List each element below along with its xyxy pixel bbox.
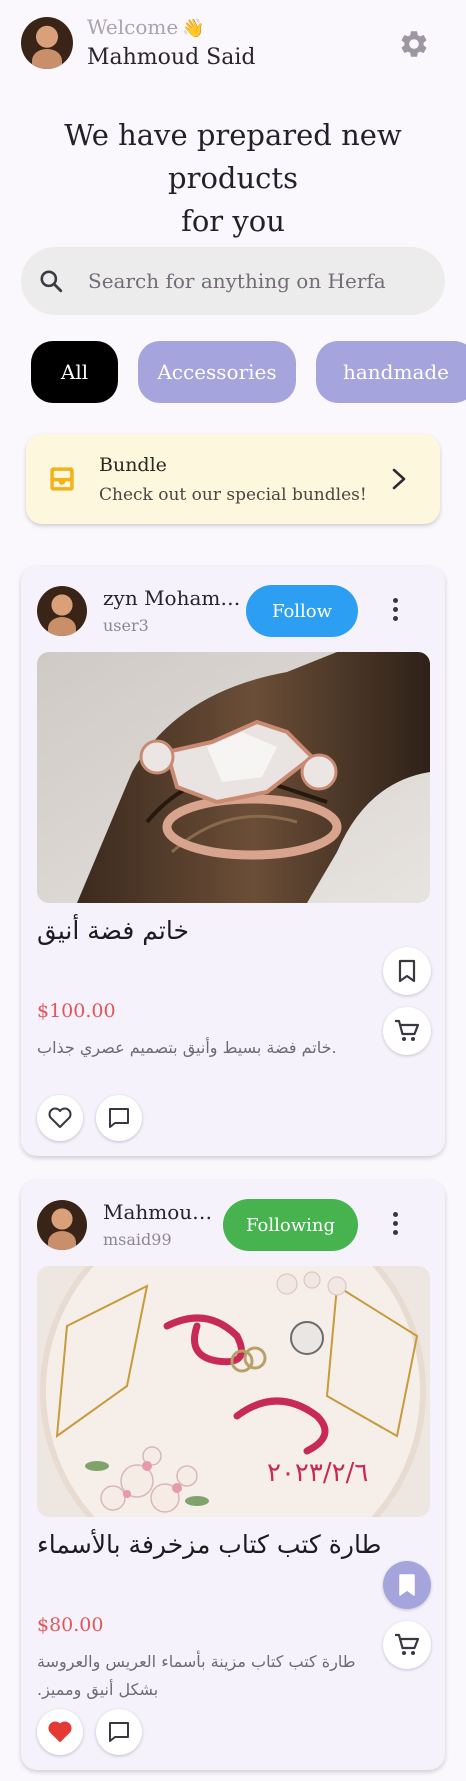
author-handle: user3 — [103, 616, 149, 635]
product-description: طارة كتب كتاب مزينة بأسماء العريس والعرو… — [37, 1652, 356, 1699]
author-avatar[interactable] — [37, 1200, 87, 1250]
heart-filled-icon — [48, 1721, 72, 1742]
user-name: Mahmoud Said — [87, 45, 256, 70]
cart-icon — [395, 1019, 420, 1041]
like-button[interactable] — [37, 1709, 83, 1755]
bookmark-button[interactable] — [383, 1561, 431, 1609]
like-button[interactable] — [37, 1095, 83, 1141]
welcome-text: Welcome 👋 — [87, 15, 205, 39]
category-chip-accessories[interactable]: Accessories — [138, 341, 296, 403]
svg-text:٢٠٢٣/٢/٦: ٢٠٢٣/٢/٦ — [267, 1458, 368, 1488]
header: Welcome 👋 Mahmoud Said — [0, 0, 466, 92]
search-input[interactable] — [88, 262, 428, 300]
product-price: $80.00 — [37, 1614, 104, 1636]
product-image[interactable]: ٢٠٢٣/٢/٦ — [37, 1266, 430, 1517]
category-chip-all[interactable]: All — [31, 341, 118, 403]
more-vert-icon[interactable] — [391, 1212, 399, 1238]
following-button[interactable]: Following — [223, 1199, 358, 1251]
product-image[interactable] — [37, 652, 430, 903]
product-card: Mahmoud ... msaid99 Following ٢٠٢٣/٢/٦ ط… — [21, 1180, 445, 1770]
welcome-label: Welcome — [87, 15, 179, 39]
headline-line-2: for you — [181, 204, 285, 238]
gear-icon[interactable] — [398, 28, 430, 60]
comment-icon — [109, 1722, 129, 1742]
bookmark-button[interactable] — [383, 947, 431, 995]
author-handle: msaid99 — [103, 1230, 172, 1249]
product-description: خاتم فضة بسيط وأنيق بتصميم عصري جذاب. — [37, 1038, 337, 1057]
comment-icon — [109, 1108, 129, 1128]
product-card: zyn Mohamed user3 Follow خاتم فضة أنيق $… — [21, 566, 445, 1156]
add-to-cart-button[interactable] — [383, 1621, 431, 1669]
heart-outline-icon — [48, 1107, 72, 1128]
avatar[interactable] — [21, 17, 73, 69]
author-avatar[interactable] — [37, 586, 87, 636]
product-title: طارة كتب كتاب مزخرفة بالأسماء — [37, 1530, 382, 1559]
bookmark-filled-icon — [399, 1574, 415, 1596]
product-title: خاتم فضة أنيق — [37, 916, 189, 945]
product-price: $100.00 — [37, 1000, 116, 1022]
author-name[interactable]: Mahmoud ... — [103, 1200, 219, 1224]
bookmark-icon — [398, 959, 416, 983]
home-screen: Welcome 👋 Mahmoud Said We have prepared n… — [0, 0, 466, 1781]
bundle-title: Bundle — [99, 454, 167, 476]
comment-button[interactable] — [96, 1709, 142, 1755]
chevron-right-icon[interactable] — [388, 466, 410, 492]
cart-icon — [395, 1633, 420, 1655]
category-chip-handmade[interactable]: handmade — [316, 341, 466, 403]
follow-button[interactable]: Follow — [246, 585, 358, 637]
bundle-banner[interactable] — [26, 434, 440, 524]
headline-line-1: We have prepared new products — [64, 118, 402, 195]
search-icon — [40, 270, 63, 293]
comment-button[interactable] — [96, 1095, 142, 1141]
bundle-subtitle: Check out our special bundles! — [99, 485, 367, 505]
add-to-cart-button[interactable] — [383, 1007, 431, 1055]
more-vert-icon[interactable] — [391, 598, 399, 624]
author-name[interactable]: zyn Mohamed — [103, 586, 243, 610]
page-headline: We have prepared new products for you — [0, 114, 466, 243]
waving-hand-icon: 👋 — [182, 18, 205, 39]
inbox-icon — [50, 467, 74, 491]
